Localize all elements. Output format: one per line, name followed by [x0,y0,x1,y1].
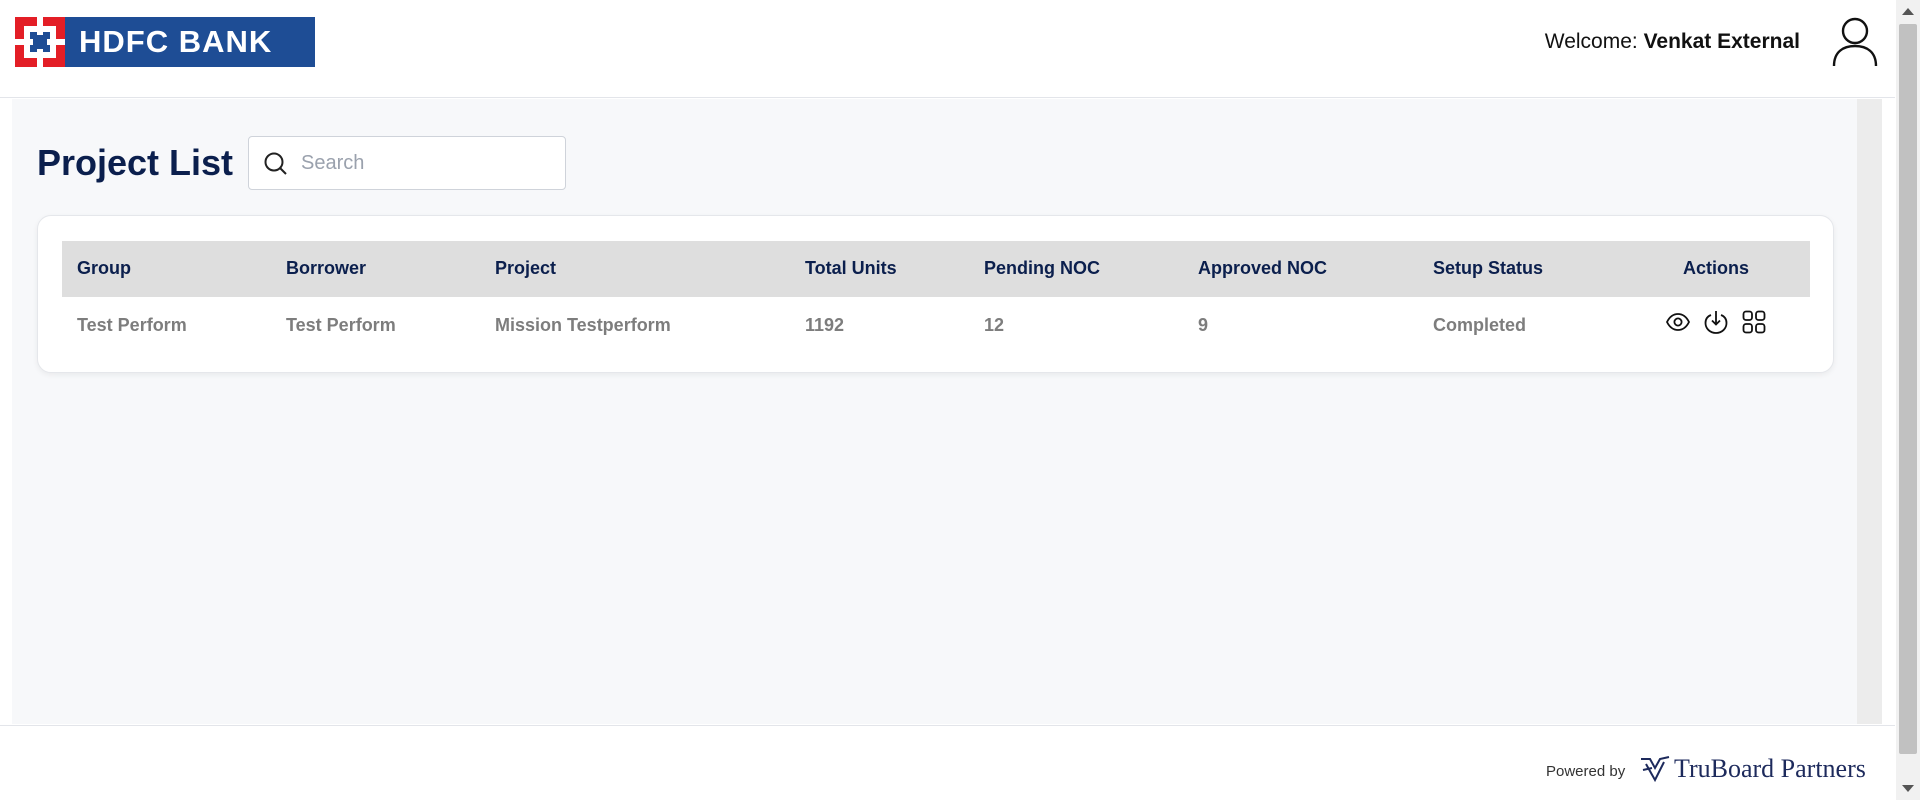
cell-approved-noc: 9 [1198,315,1209,335]
user-icon[interactable] [1832,16,1878,68]
cell-group: Test Perform [77,315,187,335]
project-table-card: Group Borrower Project Total Units Pendi… [37,215,1834,373]
search-icon [264,152,287,175]
welcome-message: Welcome: Venkat External [1545,30,1800,54]
column-header-approved-noc[interactable]: Approved NOC [1198,258,1327,279]
column-header-total-units[interactable]: Total Units [805,258,897,279]
table-row[interactable]: Test Perform Test Perform Mission Testpe… [62,297,1810,353]
scroll-up-arrow-icon[interactable] [1902,8,1914,15]
cell-pending-noc: 12 [984,315,1005,335]
grid-icon[interactable] [1741,309,1767,335]
eye-icon[interactable] [1665,309,1691,335]
brand-name: HDFC BANK [79,24,273,59]
powered-by-label: Powered by [1546,763,1626,780]
search-box[interactable] [248,136,566,190]
row-actions [1665,309,1767,335]
truboard-partners-logo[interactable]: TruBoard Partners [1640,754,1866,784]
scrollbar-thumb[interactable] [1899,24,1917,754]
partner-name: TruBoard Partners [1674,754,1866,783]
search-input[interactable] [301,147,551,179]
column-header-actions: Actions [1683,258,1750,278]
window-scrollbar[interactable] [1896,0,1920,800]
column-header-pending-noc[interactable]: Pending NOC [984,258,1100,279]
cell-total-units: 1192 [805,315,845,335]
table-header-row: Group Borrower Project Total Units Pendi… [62,241,1810,297]
cell-project: Mission Testperform [495,315,671,335]
page-title: Project List [37,142,234,183]
column-header-setup-status[interactable]: Setup Status [1433,258,1543,279]
cell-borrower: Test Perform [286,315,396,335]
main-content [12,99,1857,724]
top-header: HDFC BANK Welcome: Venkat External [0,0,1895,98]
truboard-mark-icon [1641,756,1670,782]
content-scrollbar[interactable] [1857,99,1882,724]
hdfc-logo-mark-icon [15,17,65,67]
hdfc-bank-logo[interactable]: HDFC BANK [15,17,315,67]
column-header-group[interactable]: Group [77,258,131,279]
cell-setup-status: Completed [1433,315,1527,335]
user-name: Venkat External [1643,30,1800,53]
column-header-project[interactable]: Project [495,258,556,279]
footer: Powered by TruBoard Partners [0,725,1895,800]
scroll-down-arrow-icon[interactable] [1902,785,1914,792]
welcome-prefix: Welcome: [1544,30,1638,53]
download-icon[interactable] [1703,309,1729,335]
column-header-borrower[interactable]: Borrower [286,258,366,279]
